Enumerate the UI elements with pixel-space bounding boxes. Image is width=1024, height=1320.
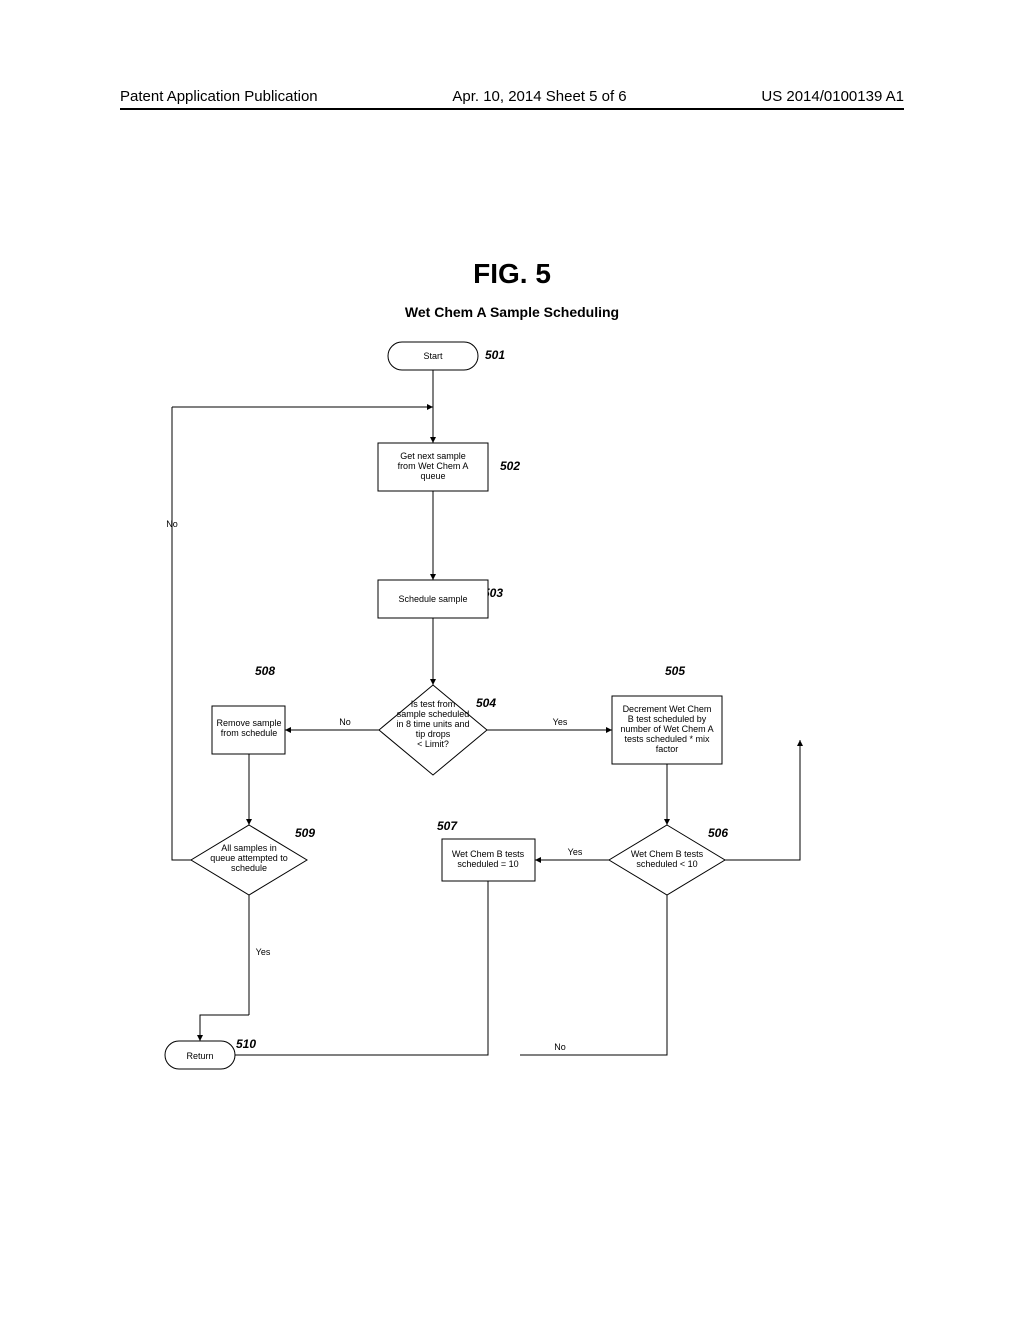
ref-501: 501	[485, 348, 505, 362]
node-decision-509: All samples in queue attempted to schedu…	[191, 825, 307, 895]
svg-text:factor: factor	[656, 744, 679, 754]
figure-title: FIG. 5	[0, 258, 1024, 290]
svg-text:queue: queue	[420, 471, 445, 481]
page: Patent Application Publication Apr. 10, …	[0, 0, 1024, 1320]
svg-text:tip drops: tip drops	[416, 729, 451, 739]
svg-text:tests scheduled * mix: tests scheduled * mix	[624, 734, 710, 744]
ref-508: 508	[255, 664, 275, 678]
ref-509: 509	[295, 826, 315, 840]
ref-506: 506	[708, 826, 728, 840]
node-decrement: Decrement Wet Chem B test scheduled by n…	[612, 696, 722, 764]
svg-text:from schedule: from schedule	[221, 728, 278, 738]
svg-text:< Limit?: < Limit?	[417, 739, 449, 749]
header-center: Apr. 10, 2014 Sheet 5 of 6	[452, 88, 626, 105]
svg-text:B test scheduled by: B test scheduled by	[628, 714, 707, 724]
svg-text:scheduled = 10: scheduled = 10	[457, 859, 518, 869]
svg-text:Schedule sample: Schedule sample	[398, 594, 467, 604]
svg-text:sample scheduled: sample scheduled	[397, 709, 470, 719]
edge-504-yes: Yes	[553, 717, 568, 727]
svg-text:from Wet Chem A: from Wet Chem A	[398, 461, 469, 471]
svg-text:queue attempted to: queue attempted to	[210, 853, 288, 863]
svg-text:All samples in: All samples in	[221, 843, 277, 853]
node-start: Start	[388, 342, 478, 370]
node-get-next-sample: Get next sample from Wet Chem A queue	[378, 443, 488, 491]
ref-507: 507	[437, 819, 458, 833]
svg-text:Start: Start	[423, 351, 443, 361]
svg-text:schedule: schedule	[231, 863, 267, 873]
svg-text:Is test from: Is test from	[411, 699, 456, 709]
node-schedule-sample: Schedule sample	[378, 580, 488, 618]
node-decision-504: Is test from sample scheduled in 8 time …	[379, 685, 487, 775]
page-header: Patent Application Publication Apr. 10, …	[120, 88, 904, 110]
svg-text:Return: Return	[186, 1051, 213, 1061]
svg-text:Wet Chem B tests: Wet Chem B tests	[631, 849, 704, 859]
node-remove-sample: Remove sample from schedule	[212, 706, 285, 754]
node-return: Return	[165, 1041, 235, 1069]
header-right: US 2014/0100139 A1	[761, 88, 904, 105]
ref-510: 510	[236, 1037, 256, 1051]
edge-504-no: No	[339, 717, 351, 727]
edge-506-no: No	[554, 1042, 566, 1052]
figure-subtitle: Wet Chem A Sample Scheduling	[0, 304, 1024, 320]
svg-text:Remove sample: Remove sample	[216, 718, 281, 728]
svg-text:Decrement Wet Chem: Decrement Wet Chem	[623, 704, 712, 714]
svg-text:in 8 time units and: in 8 time units and	[396, 719, 469, 729]
svg-text:scheduled < 10: scheduled < 10	[636, 859, 697, 869]
edge-509-no: No	[166, 519, 178, 529]
node-507: Wet Chem B tests scheduled = 10	[442, 839, 535, 881]
svg-text:Get next sample: Get next sample	[400, 451, 466, 461]
header-left: Patent Application Publication	[120, 88, 318, 105]
ref-505: 505	[665, 664, 685, 678]
svg-text:number of Wet Chem A: number of Wet Chem A	[620, 724, 713, 734]
ref-504: 504	[476, 696, 496, 710]
edge-506-yes: Yes	[568, 847, 583, 857]
flowchart-svg: 501 502 503 504 505 506 507 508 509 510 …	[120, 335, 920, 1105]
edge-509-yes: Yes	[256, 947, 271, 957]
svg-text:Wet Chem B tests: Wet Chem B tests	[452, 849, 525, 859]
ref-502: 502	[500, 459, 520, 473]
